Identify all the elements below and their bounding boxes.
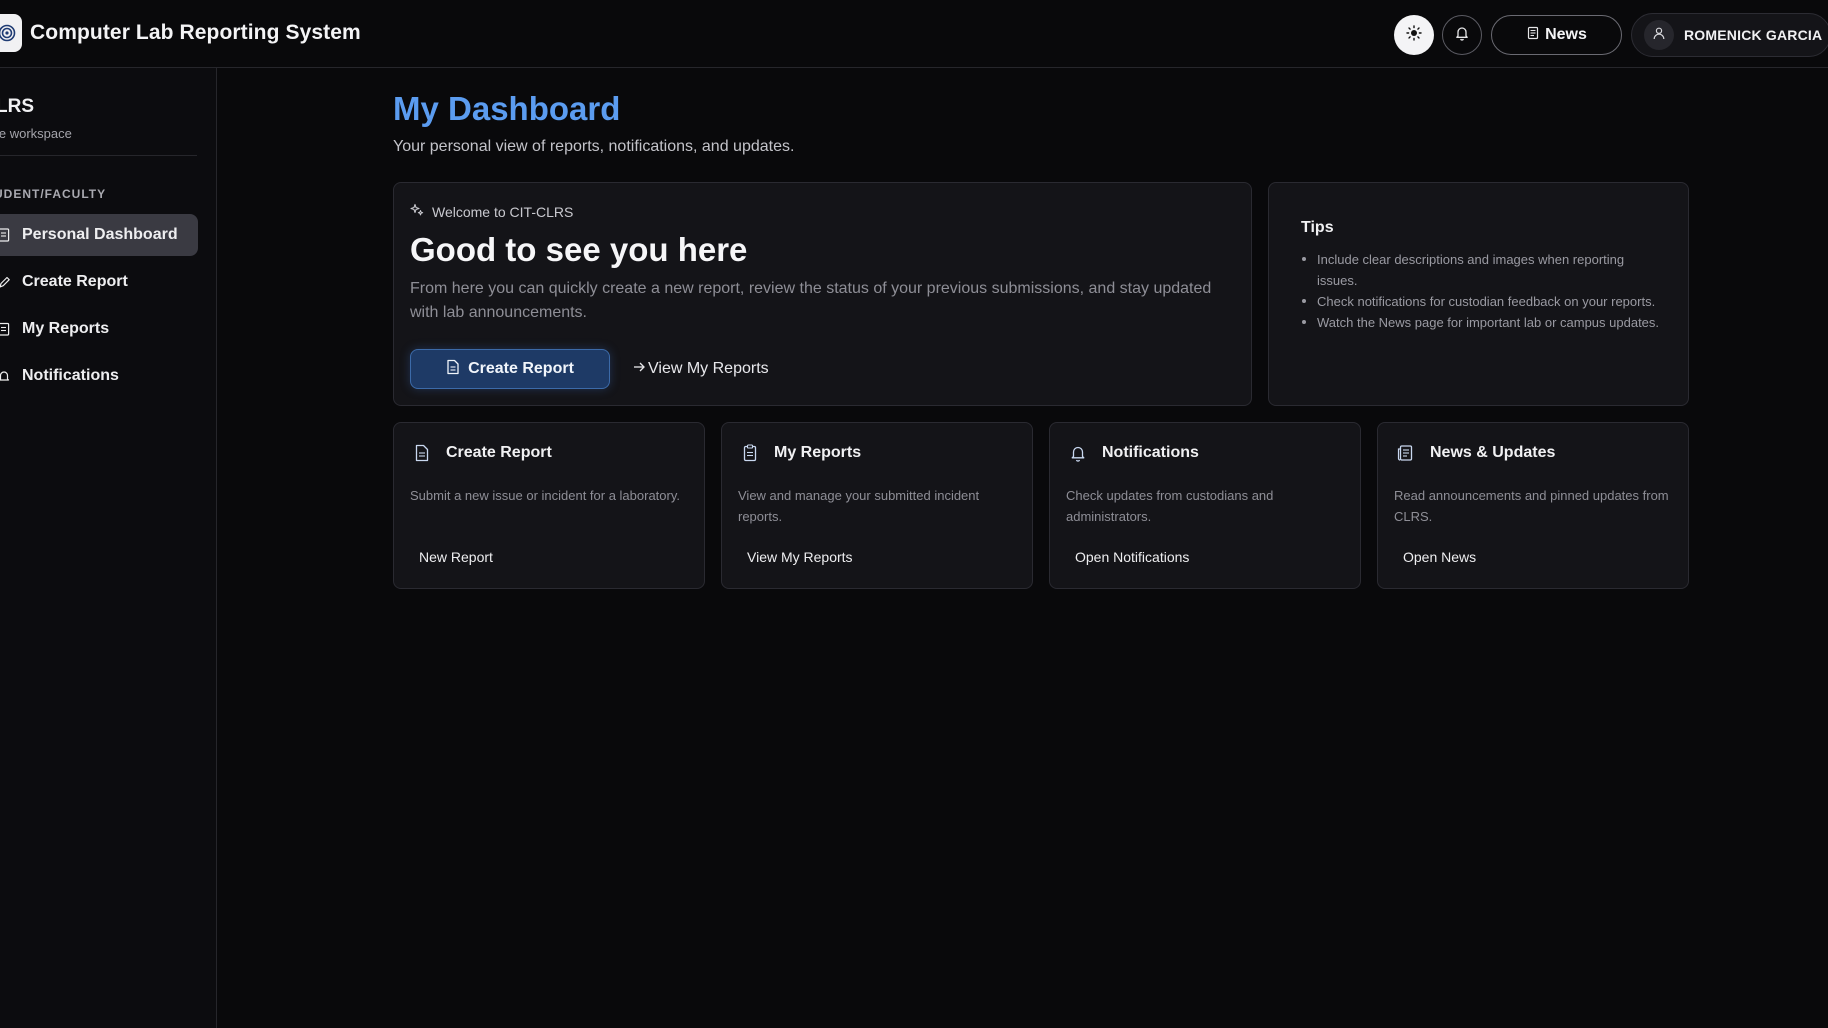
document-icon: [446, 359, 460, 380]
news-button[interactable]: News: [1491, 15, 1622, 55]
user-name: ROMENICK GARCIA: [1684, 27, 1823, 43]
tips-title: Tips: [1301, 219, 1334, 236]
tips-list: Include clear descriptions and images wh…: [1302, 249, 1667, 333]
quick-card-my-reports[interactable]: My Reports View and manage your submitte…: [721, 422, 1033, 589]
app-logo-icon: [0, 14, 22, 52]
top-bar: Computer Lab Reporting System News ROMEN…: [0, 0, 1828, 68]
create-report-button-label: Create Report: [468, 360, 574, 377]
reports-icon: [0, 322, 10, 336]
create-report-button[interactable]: Create Report: [410, 349, 610, 389]
quick-card-header: Notifications: [1066, 441, 1199, 465]
avatar: [1644, 20, 1674, 50]
sidebar-item-label: Notifications: [22, 367, 119, 384]
quick-card-description: Check updates from custodians and admini…: [1066, 488, 1274, 524]
newspaper-icon: [1526, 26, 1540, 45]
sidebar-header: LRS le workspace: [0, 96, 196, 141]
quick-card-description: Submit a new issue or incident for a lab…: [410, 488, 681, 503]
bell-icon: [1454, 25, 1470, 46]
news-button-label: News: [1545, 26, 1587, 43]
sidebar-divider: [0, 155, 197, 156]
tip-item: Watch the News page for important lab or…: [1302, 312, 1667, 333]
tip-item: Check notifications for custodian feedba…: [1302, 291, 1667, 312]
page-title: My Dashboard: [393, 90, 621, 127]
user-icon: [1652, 26, 1666, 45]
sidebar-item-label: Personal Dashboard: [22, 226, 178, 243]
tip-item: Include clear descriptions and images wh…: [1302, 249, 1667, 291]
view-my-reports-label: View My Reports: [648, 360, 769, 377]
sidebar-item-create-report[interactable]: Create Report: [0, 261, 198, 303]
sidebar-item-label: Create Report: [22, 273, 128, 290]
welcome-card: Welcome to CIT-CLRS Good to see you here…: [393, 182, 1252, 406]
sparkle-icon: [410, 203, 424, 220]
dashboard-icon: [0, 228, 10, 242]
bell-icon: [1066, 441, 1090, 465]
quick-card-news-updates[interactable]: News & Updates Read announcements and pi…: [1377, 422, 1689, 589]
sidebar: LRS le workspace UDENT/FACULTY Personal …: [0, 68, 217, 1028]
quick-card-description: Read announcements and pinned updates fr…: [1394, 488, 1669, 524]
sidebar-title: LRS: [0, 96, 34, 117]
welcome-eyebrow: Welcome to CIT-CLRS: [410, 203, 573, 220]
brand[interactable]: Computer Lab Reporting System: [0, 14, 361, 52]
app-title: Computer Lab Reporting System: [30, 21, 361, 44]
welcome-heading: Good to see you here: [410, 231, 748, 268]
clipboard-icon: [738, 441, 762, 465]
welcome-eyebrow-text: Welcome to CIT-CLRS: [432, 203, 574, 220]
sidebar-item-personal-dashboard[interactable]: Personal Dashboard: [0, 214, 198, 256]
tips-card: Tips Include clear descriptions and imag…: [1268, 182, 1689, 406]
sidebar-subtitle: le workspace: [0, 126, 72, 141]
quick-card-title: My Reports: [774, 444, 862, 461]
open-notifications-link[interactable]: Open Notifications: [1075, 549, 1189, 565]
quick-card-notifications[interactable]: Notifications Check updates from custodi…: [1049, 422, 1361, 589]
sidebar-item-notifications[interactable]: Notifications: [0, 355, 198, 397]
newspaper-icon: [1394, 441, 1418, 465]
view-my-reports-link[interactable]: View My Reports: [632, 349, 769, 389]
sidebar-item-my-reports[interactable]: My Reports: [0, 308, 198, 350]
quick-card-create-report[interactable]: Create Report Submit a new issue or inci…: [393, 422, 705, 589]
edit-icon: [0, 275, 10, 289]
sidebar-item-label: My Reports: [22, 320, 110, 337]
document-icon: [410, 441, 434, 465]
view-my-reports-link[interactable]: View My Reports: [747, 549, 853, 565]
welcome-description: From here you can quickly create a new r…: [410, 280, 1212, 321]
notifications-button[interactable]: [1442, 15, 1482, 55]
quick-card-title: Notifications: [1102, 444, 1199, 461]
quick-card-header: My Reports: [738, 441, 861, 465]
sidebar-section-label: UDENT/FACULTY: [0, 187, 107, 201]
sun-icon: [1406, 24, 1422, 46]
theme-toggle-button[interactable]: [1394, 15, 1434, 55]
arrow-right-icon: [632, 360, 646, 379]
quick-card-header: News & Updates: [1394, 441, 1555, 465]
bell-icon: [0, 369, 10, 383]
quick-card-title: News & Updates: [1430, 444, 1556, 461]
page-subtitle: Your personal view of reports, notificat…: [393, 138, 795, 155]
quick-card-header: Create Report: [410, 441, 552, 465]
quick-card-description: View and manage your submitted incident …: [738, 488, 980, 524]
quick-card-title: Create Report: [446, 444, 552, 461]
new-report-link[interactable]: New Report: [419, 549, 493, 565]
open-news-link[interactable]: Open News: [1403, 549, 1476, 565]
user-menu[interactable]: ROMENICK GARCIA: [1631, 13, 1828, 57]
